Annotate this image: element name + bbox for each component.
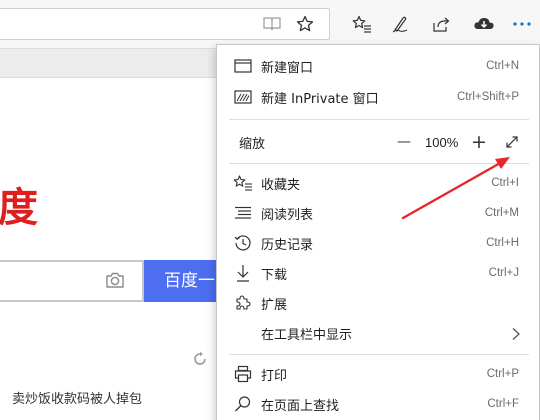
menu-item-label: 下载	[261, 267, 288, 283]
favorites-bar-strip	[0, 48, 216, 78]
menu-item-label: 在页面上查找	[261, 398, 340, 414]
menu-item-extensions[interactable]: 扩展	[217, 288, 539, 318]
news-link[interactable]: 卖炒饭收款码被人掉包	[12, 388, 142, 407]
printer-icon	[233, 365, 253, 383]
magnifier-icon	[233, 395, 253, 413]
chevron-right-icon	[511, 326, 521, 345]
menu-item-shortcut: Ctrl+J	[488, 267, 519, 279]
menu-item-label: 打印	[261, 368, 288, 384]
menu-item-downloads[interactable]: 下载 Ctrl+J	[217, 258, 539, 288]
share-icon[interactable]	[427, 10, 455, 38]
menu-item-shortcut: Ctrl+I	[491, 177, 519, 189]
cloud-download-icon[interactable]	[470, 10, 498, 38]
menu-item-label: 在工具栏中显示	[261, 327, 353, 343]
menu-item-favorites[interactable]: 收藏夹 Ctrl+I	[217, 168, 539, 198]
menu-divider	[229, 354, 529, 355]
zoom-out-button[interactable]: —	[392, 127, 416, 157]
menu-item-print[interactable]: 打印 Ctrl+P	[217, 359, 539, 389]
reading-view-icon[interactable]	[258, 10, 286, 38]
menu-item-label: 新建窗口	[261, 60, 314, 76]
browser-window: 度 百度一下 卖炒饭收款码被人掉包 新建窗口 Ctrl+N 新建 InPriva…	[0, 0, 540, 420]
menu-item-label: 收藏夹	[261, 177, 301, 193]
baidu-search-button[interactable]: 百度一下	[144, 260, 224, 302]
puzzle-extension-icon	[233, 294, 253, 312]
menu-item-reading-list[interactable]: 阅读列表 Ctrl+M	[217, 198, 539, 228]
pen-notes-icon[interactable]	[386, 10, 414, 38]
menu-item-shortcut: Ctrl+Shift+P	[457, 91, 519, 103]
baidu-logo-fragment: 度	[0, 185, 38, 231]
menu-item-new-inprivate[interactable]: 新建 InPrivate 窗口 Ctrl+Shift+P	[217, 82, 539, 112]
menu-item-new-window[interactable]: 新建窗口 Ctrl+N	[217, 51, 539, 81]
menu-item-shortcut: Ctrl+H	[486, 237, 519, 249]
menu-item-show-in-toolbar[interactable]: 在工具栏中显示	[217, 318, 539, 348]
zoom-label: 缩放	[239, 136, 266, 152]
inprivate-window-icon	[233, 88, 253, 106]
download-arrow-icon	[233, 264, 253, 282]
menu-divider	[229, 119, 529, 120]
refresh-spinner-icon	[192, 351, 208, 371]
menu-item-shortcut: Ctrl+N	[486, 60, 519, 72]
menu-item-label: 新建 InPrivate 窗口	[261, 91, 379, 107]
more-dots-icon[interactable]	[508, 10, 536, 38]
menu-item-find-on-page[interactable]: 在页面上查找 Ctrl+F	[217, 389, 539, 419]
fullscreen-expand-icon[interactable]	[500, 127, 524, 157]
menu-item-shortcut: Ctrl+M	[484, 207, 519, 219]
reading-list-icon	[233, 204, 253, 222]
favorite-star-icon[interactable]	[291, 10, 319, 38]
menu-item-label: 历史记录	[261, 237, 314, 253]
settings-more-menu: 新建窗口 Ctrl+N 新建 InPrivate 窗口 Ctrl+Shift+P…	[216, 44, 540, 420]
camera-icon[interactable]	[104, 269, 126, 295]
zoom-level-value: 100%	[425, 134, 459, 150]
menu-item-shortcut: Ctrl+F	[487, 398, 519, 410]
menu-item-history[interactable]: 历史记录 Ctrl+H	[217, 228, 539, 258]
menu-divider	[229, 163, 529, 164]
zoom-in-button[interactable]: +	[467, 127, 491, 157]
menu-item-shortcut: Ctrl+P	[486, 368, 519, 380]
star-list-icon	[233, 174, 253, 192]
window-icon	[233, 57, 253, 75]
favorites-hub-icon[interactable]	[348, 10, 376, 38]
menu-item-label: 扩展	[261, 297, 288, 313]
history-clock-icon	[233, 234, 253, 252]
browser-toolbar	[0, 0, 540, 48]
menu-item-label: 阅读列表	[261, 207, 314, 223]
menu-item-zoom: 缩放 — 100% +	[217, 127, 539, 157]
